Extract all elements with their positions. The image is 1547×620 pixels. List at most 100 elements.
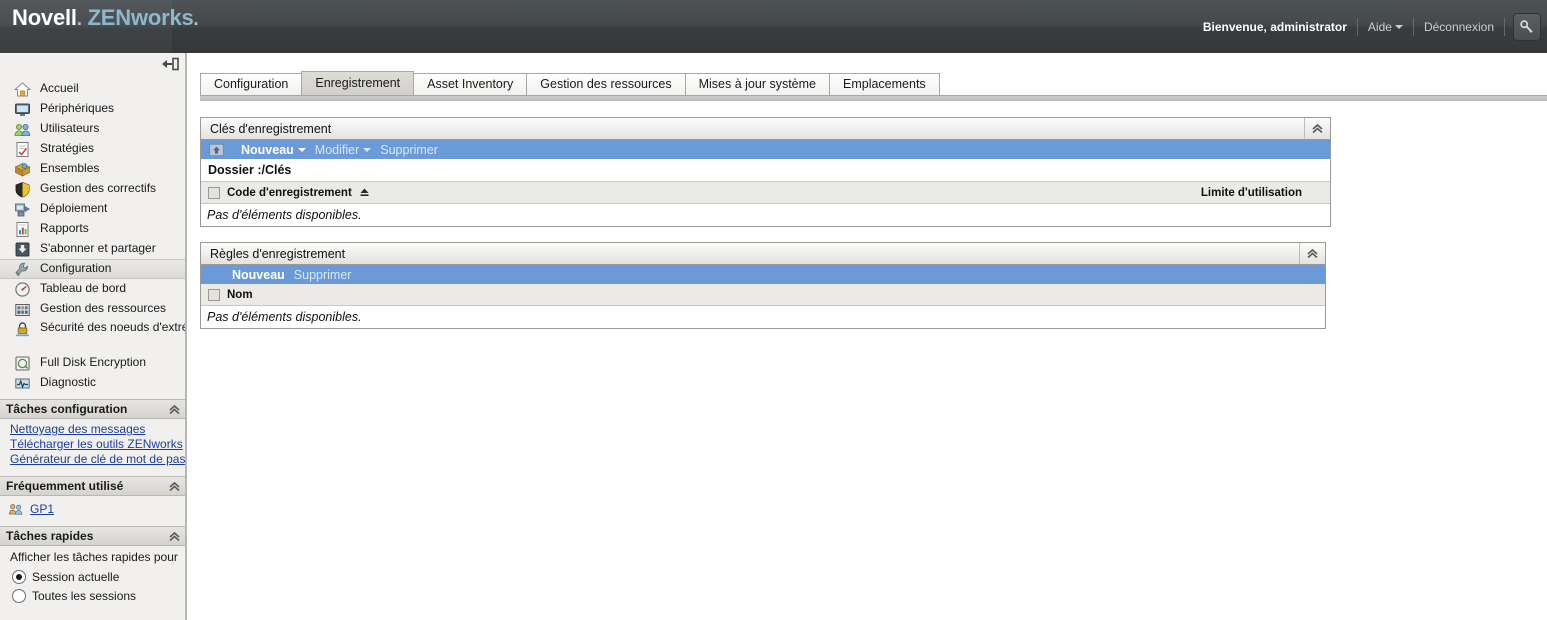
- radio-icon-selected[interactable]: [12, 569, 26, 584]
- select-all-checkbox-cell[interactable]: [201, 186, 227, 199]
- select-all-checkbox-cell[interactable]: [201, 288, 227, 301]
- sidebar-item-configuration[interactable]: Configuration: [0, 259, 185, 279]
- chevron-up-icon: [1307, 248, 1318, 259]
- sidebar-item-label: Utilisateurs: [40, 121, 100, 136]
- sidebar-item-label: Full Disk Encryption: [40, 355, 147, 370]
- column-header-label: Limite d'utilisation: [1200, 186, 1302, 199]
- chevron-down-icon: [297, 147, 306, 152]
- quick-tasks-option-all-sessions[interactable]: Toutes les sessions: [0, 586, 185, 605]
- panel-quick-tasks-body: Afficher les tâches rapides pour Session…: [0, 546, 185, 605]
- sidebar-item-label: Rapports: [40, 221, 89, 236]
- brand-logo: Novell. ZENworks.: [12, 5, 199, 31]
- folder-path-row: Dossier :/Clés: [201, 159, 1330, 182]
- sidebar-item-strategies[interactable]: Stratégies: [0, 139, 185, 159]
- sort-ascending-icon: [360, 188, 369, 196]
- sidebar-item-label: Configuration: [40, 261, 112, 276]
- key-button[interactable]: [1513, 13, 1541, 41]
- chevron-up-icon[interactable]: [168, 404, 181, 415]
- sidebar-item-securite-des-noeuds-dextremite[interactable]: Sécurité des noeuds d'extrémité: [0, 319, 185, 353]
- select-all-checkbox[interactable]: [208, 288, 220, 301]
- diagnostic-pulse-icon: [15, 378, 30, 389]
- panel-config-tasks-title: Tâches configuration: [6, 402, 128, 416]
- panel-registration-keys-header: Clés d'enregistrement: [201, 118, 1330, 140]
- sidebar-item-utilisateurs[interactable]: Utilisateurs: [0, 119, 185, 139]
- tab-gestion-des-ressources[interactable]: Gestion des ressources: [526, 73, 686, 95]
- brand-novell-text: Novell: [12, 5, 77, 30]
- collapse-left-icon[interactable]: [162, 57, 180, 71]
- toolbar-delete-label: Supprimer: [380, 142, 438, 157]
- sidebar-item-sabonner-et-partager[interactable]: S'abonner et partager: [0, 239, 185, 259]
- monitor-icon: [15, 103, 30, 116]
- select-all-checkbox[interactable]: [208, 186, 220, 199]
- config-task-link[interactable]: Nettoyage des messages: [10, 422, 185, 437]
- toolbar-edit-button[interactable]: Modifier: [314, 142, 372, 157]
- config-task-link[interactable]: Générateur de clé de mot de passe: [10, 452, 185, 467]
- disk-encryption-icon: [15, 355, 30, 371]
- panel-registration-rules-title: Règles d'enregistrement: [210, 246, 346, 261]
- sidebar-nav: Accueil Périphériques Utilisateurs Strat…: [0, 75, 185, 393]
- sidebar-item-rapports[interactable]: Rapports: [0, 219, 185, 239]
- toolbar-delete-button[interactable]: Supprimer: [380, 143, 438, 157]
- column-header-usage-limit[interactable]: Limite d'utilisation: [1201, 187, 1330, 199]
- panel-frequently-used-header[interactable]: Fréquemment utilisé: [0, 476, 185, 496]
- subscribe-download-icon: [15, 242, 30, 256]
- panel-registration-keys-collapse-button[interactable]: [1304, 118, 1330, 139]
- column-header-label: Nom: [227, 288, 253, 301]
- sidebar-item-tableau-de-bord[interactable]: Tableau de bord: [0, 279, 185, 299]
- app-header: Novell. ZENworks. Bienvenue, administrat…: [0, 0, 1547, 53]
- panel-quick-tasks: Tâches rapides Afficher les tâches rapid…: [0, 526, 185, 605]
- sidebar-item-accueil[interactable]: Accueil: [0, 79, 185, 99]
- sidebar-item-gestion-des-ressources[interactable]: Gestion des ressources: [0, 299, 185, 319]
- panel-config-tasks-header[interactable]: Tâches configuration: [0, 399, 185, 419]
- radio-icon[interactable]: [12, 588, 26, 603]
- logout-link[interactable]: Déconnexion: [1414, 20, 1504, 34]
- column-header-label: Code d'enregistrement: [227, 186, 352, 199]
- sidebar-item-gestion-des-correctifs[interactable]: Gestion des correctifs: [0, 179, 185, 199]
- sidebar-item-deploiement[interactable]: Déploiement: [0, 199, 185, 219]
- tab-mises-a-jour-systeme[interactable]: Mises à jour système: [684, 73, 830, 95]
- panel-registration-rules-collapse-button[interactable]: [1299, 243, 1325, 264]
- config-task-link[interactable]: Télécharger les outils ZENworks: [10, 437, 185, 452]
- help-menu[interactable]: Aide: [1358, 20, 1413, 34]
- home-icon: [14, 81, 31, 96]
- left-sidebar: Accueil Périphériques Utilisateurs Strat…: [0, 53, 187, 620]
- toolbar-new-button[interactable]: Nouveau: [232, 268, 285, 282]
- toolbar-edit-label: Modifier: [314, 142, 360, 157]
- sidebar-item-peripheriques[interactable]: Périphériques: [0, 99, 185, 119]
- panel-quick-tasks-header[interactable]: Tâches rapides: [0, 526, 185, 546]
- tab-configuration[interactable]: Configuration: [200, 73, 303, 95]
- chevron-up-icon[interactable]: [168, 481, 181, 492]
- frequently-used-item-label[interactable]: GP1: [30, 502, 54, 517]
- folder-up-icon[interactable]: [209, 143, 224, 157]
- column-header-registration-code[interactable]: Code d'enregistrement: [227, 187, 370, 199]
- quick-tasks-option-current-session[interactable]: Session actuelle: [0, 567, 185, 586]
- sidebar-item-label: Ensembles: [40, 161, 100, 176]
- bundle-box-icon: [14, 162, 31, 177]
- tab-enregistrement[interactable]: Enregistrement: [301, 71, 415, 95]
- frequently-used-item[interactable]: GP1: [4, 502, 185, 517]
- users-group-icon: [8, 504, 23, 515]
- welcome-message: Bienvenue, administrator: [1202, 20, 1347, 34]
- panel-config-tasks: Tâches configuration Nettoyage des messa…: [0, 399, 185, 471]
- deployment-icon: [15, 203, 30, 216]
- panel-frequently-used: Fréquemment utilisé GP1: [0, 476, 185, 521]
- toolbar-new-label: Nouveau: [232, 267, 285, 282]
- help-label: Aide: [1367, 20, 1392, 34]
- panel-registration-rules-header: Règles d'enregistrement: [201, 243, 1325, 265]
- toolbar-delete-button[interactable]: Supprimer: [294, 268, 352, 282]
- sidebar-item-label: Accueil: [40, 81, 79, 96]
- report-chart-icon: [16, 221, 29, 237]
- chevron-up-icon[interactable]: [168, 531, 181, 542]
- toolbar-new-button[interactable]: Nouveau: [241, 143, 306, 157]
- tab-bar: Configuration Enregistrement Asset Inven…: [200, 71, 940, 95]
- chevron-down-icon: [1394, 25, 1403, 29]
- column-header-name[interactable]: Nom: [227, 289, 253, 301]
- policy-document-icon: [16, 141, 29, 157]
- tab-emplacements[interactable]: Emplacements: [829, 73, 940, 95]
- tab-asset-inventory[interactable]: Asset Inventory: [413, 73, 528, 95]
- sidebar-item-label: Sécurité des noeuds d'extrémité: [40, 320, 185, 334]
- sidebar-item-diagnostic[interactable]: Diagnostic: [0, 373, 185, 393]
- sidebar-item-full-disk-encryption[interactable]: Full Disk Encryption: [0, 353, 185, 373]
- sidebar-item-ensembles[interactable]: Ensembles: [0, 159, 185, 179]
- registration-keys-empty-message: Pas d'éléments disponibles.: [201, 204, 1330, 226]
